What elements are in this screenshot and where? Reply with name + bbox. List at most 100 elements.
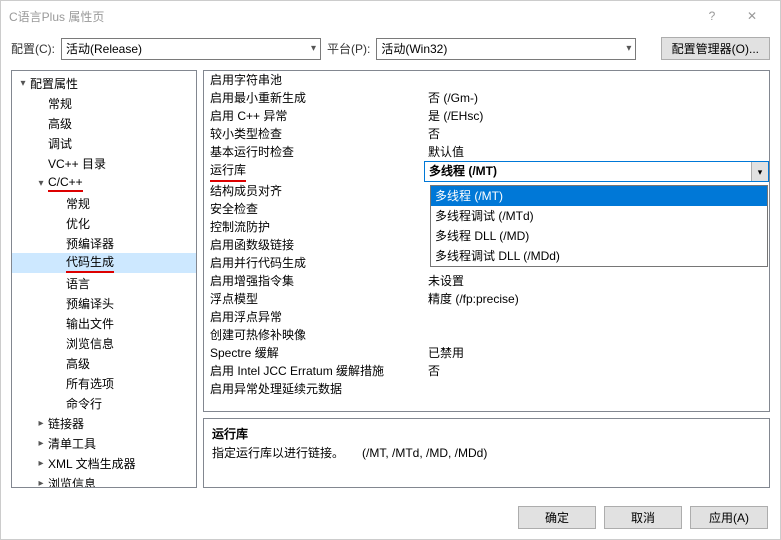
tree-item-label: 预编译器: [66, 235, 114, 252]
property-row[interactable]: 浮点模型精度 (/fp:precise): [204, 290, 769, 308]
expand-right-icon[interactable]: ▸: [34, 478, 48, 489]
tree-item[interactable]: ·调试: [12, 133, 196, 153]
property-value[interactable]: [424, 380, 769, 398]
property-row[interactable]: 启用 Intel JCC Erratum 缓解措施否: [204, 362, 769, 380]
property-row[interactable]: 启用异常处理延续元数据: [204, 380, 769, 398]
tree-item[interactable]: ▾配置属性: [12, 73, 196, 93]
config-value: 活动(Release): [66, 40, 142, 57]
tree-item[interactable]: ▸浏览信息: [12, 473, 196, 488]
tree-item[interactable]: ▾C/C++: [12, 173, 196, 193]
tree-item-label: 语言: [66, 275, 90, 292]
description-body: 指定运行库以进行链接。 (/MT, /MTd, /MD, /MDd): [212, 444, 761, 461]
tree-item[interactable]: ·优化: [12, 213, 196, 233]
property-grid[interactable]: 启用字符串池启用最小重新生成否 (/Gm-)启用 C++ 异常是 (/EHsc)…: [203, 70, 770, 412]
property-value[interactable]: 否: [424, 125, 769, 143]
tree-item[interactable]: ·VC++ 目录: [12, 153, 196, 173]
tree-item-label: 代码生成: [66, 253, 114, 273]
property-value[interactable]: 否 (/Gm-): [424, 89, 769, 107]
property-row[interactable]: 较小类型检查否: [204, 125, 769, 143]
property-row[interactable]: 启用字符串池: [204, 71, 769, 89]
tree-item-label: 常规: [48, 95, 72, 112]
property-value[interactable]: 未设置: [424, 272, 769, 290]
property-name: 启用函数级链接: [204, 236, 424, 254]
cancel-button[interactable]: 取消: [604, 506, 682, 529]
property-row[interactable]: 启用增强指令集未设置: [204, 272, 769, 290]
ok-button[interactable]: 确定: [518, 506, 596, 529]
tree-item[interactable]: ·所有选项: [12, 373, 196, 393]
property-name: 启用 C++ 异常: [204, 107, 424, 125]
tree-item-label: 命令行: [66, 395, 102, 412]
runtime-library-dropdown[interactable]: 多线程 (/MT)多线程调试 (/MTd)多线程 DLL (/MD)多线程调试 …: [430, 185, 768, 267]
tree-item[interactable]: ▸XML 文档生成器: [12, 453, 196, 473]
tree-item[interactable]: ·浏览信息: [12, 333, 196, 353]
property-value[interactable]: 多线程 (/MT)▾: [424, 161, 769, 182]
platform-value: 活动(Win32): [381, 40, 447, 57]
config-combo[interactable]: 活动(Release) ▾: [61, 38, 321, 60]
property-value[interactable]: 否: [424, 362, 769, 380]
expand-right-icon[interactable]: ▸: [34, 438, 48, 449]
tree-item-label: 输出文件: [66, 315, 114, 332]
description-title: 运行库: [212, 425, 761, 442]
tree-item-label: 常规: [66, 195, 90, 212]
property-name: 浮点模型: [204, 290, 424, 308]
property-name: Spectre 缓解: [204, 344, 424, 362]
tree-item[interactable]: ·命令行: [12, 393, 196, 413]
property-value[interactable]: 精度 (/fp:precise): [424, 290, 769, 308]
property-name: 启用最小重新生成: [204, 89, 424, 107]
expand-right-icon[interactable]: ▸: [34, 418, 48, 429]
tree-item[interactable]: ·输出文件: [12, 313, 196, 333]
tree-item-label: 清单工具: [48, 435, 96, 452]
tree-item[interactable]: ·高级: [12, 353, 196, 373]
apply-button[interactable]: 应用(A): [690, 506, 768, 529]
platform-label: 平台(P):: [327, 40, 370, 57]
tree-item[interactable]: ·预编译器: [12, 233, 196, 253]
tree-item[interactable]: ▸清单工具: [12, 433, 196, 453]
property-row[interactable]: 运行库多线程 (/MT)▾: [204, 161, 769, 182]
platform-combo[interactable]: 活动(Win32) ▾: [376, 38, 636, 60]
main-area: ▾配置属性·常规·高级·调试·VC++ 目录▾C/C++·常规·优化·预编译器·…: [1, 70, 780, 496]
property-name: 控制流防护: [204, 218, 424, 236]
property-name: 安全检查: [204, 200, 424, 218]
property-name: 基本运行时检查: [204, 143, 424, 161]
dropdown-option[interactable]: 多线程 (/MT): [431, 186, 767, 206]
config-label: 配置(C):: [11, 40, 55, 57]
property-row[interactable]: 启用最小重新生成否 (/Gm-): [204, 89, 769, 107]
dropdown-option[interactable]: 多线程 DLL (/MD): [431, 226, 767, 246]
tree-item[interactable]: ·语言: [12, 273, 196, 293]
property-value[interactable]: 已禁用: [424, 344, 769, 362]
expand-down-icon[interactable]: ▾: [34, 178, 48, 189]
tree-item[interactable]: ·预编译头: [12, 293, 196, 313]
dropdown-toggle-icon[interactable]: ▾: [751, 162, 768, 181]
property-value[interactable]: [424, 326, 769, 344]
property-name: 较小类型检查: [204, 125, 424, 143]
description-panel: 运行库 指定运行库以进行链接。 (/MT, /MTd, /MD, /MDd): [203, 418, 770, 488]
tree-item-label: 高级: [48, 115, 72, 132]
property-row[interactable]: 基本运行时检查默认值: [204, 143, 769, 161]
tree-item[interactable]: ·常规: [12, 93, 196, 113]
property-name: 运行库: [204, 161, 424, 182]
close-button[interactable]: ✕: [732, 9, 772, 23]
config-manager-button[interactable]: 配置管理器(O)...: [661, 37, 770, 60]
tree-item[interactable]: ·常规: [12, 193, 196, 213]
help-button[interactable]: ?: [692, 9, 732, 23]
property-value[interactable]: 是 (/EHsc): [424, 107, 769, 125]
property-row[interactable]: 启用浮点异常: [204, 308, 769, 326]
property-row[interactable]: 启用 C++ 异常是 (/EHsc): [204, 107, 769, 125]
nav-tree[interactable]: ▾配置属性·常规·高级·调试·VC++ 目录▾C/C++·常规·优化·预编译器·…: [11, 70, 197, 488]
dropdown-option[interactable]: 多线程调试 (/MTd): [431, 206, 767, 226]
tree-item[interactable]: ·高级: [12, 113, 196, 133]
tree-item-label: 高级: [66, 355, 90, 372]
property-row[interactable]: Spectre 缓解已禁用: [204, 344, 769, 362]
chevron-down-icon: ▾: [311, 43, 316, 54]
expand-down-icon[interactable]: ▾: [16, 78, 30, 89]
property-value[interactable]: [424, 308, 769, 326]
tree-item[interactable]: ▸链接器: [12, 413, 196, 433]
expand-right-icon[interactable]: ▸: [34, 458, 48, 469]
dropdown-option[interactable]: 多线程调试 DLL (/MDd): [431, 246, 767, 266]
property-row[interactable]: 创建可热修补映像: [204, 326, 769, 344]
tree-item-label: 调试: [48, 135, 72, 152]
property-value[interactable]: 默认值: [424, 143, 769, 161]
property-value[interactable]: [424, 71, 769, 89]
property-name: 结构成员对齐: [204, 182, 424, 200]
tree-item[interactable]: ·代码生成: [12, 253, 196, 273]
